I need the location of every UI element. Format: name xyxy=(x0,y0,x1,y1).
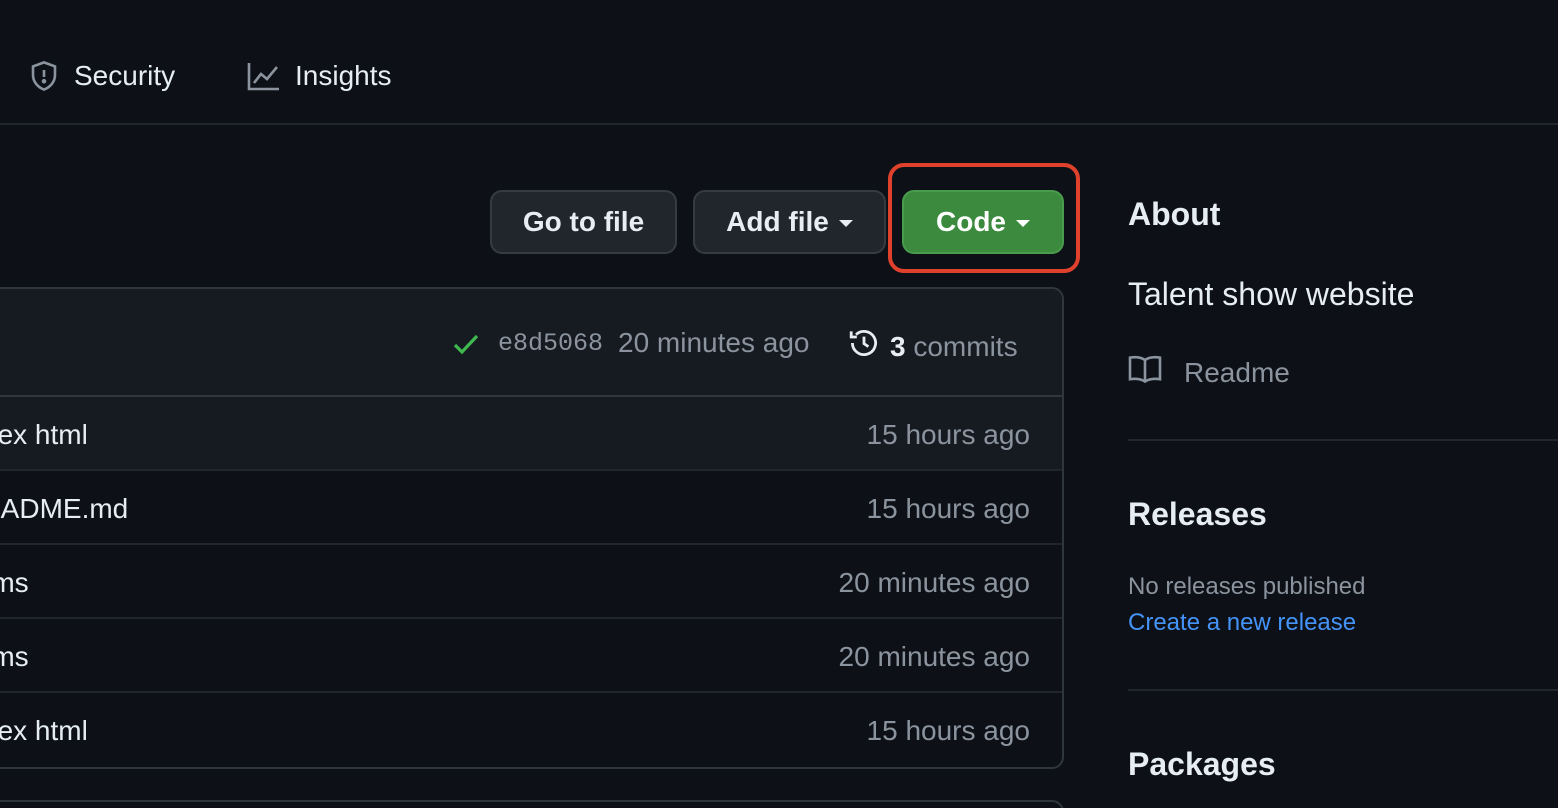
file-row[interactable]: rms 20 minutes ago xyxy=(0,619,1062,693)
add-file-button[interactable]: Add file xyxy=(693,190,886,254)
chevron-down-icon xyxy=(838,220,853,227)
repo-nav: Security Insights xyxy=(0,0,1558,125)
packages-heading[interactable]: Packages xyxy=(1128,746,1276,783)
code-label: Code xyxy=(936,206,1006,237)
commit-count-label: commits xyxy=(913,330,1018,362)
history-icon xyxy=(848,327,880,366)
file-time: 15 hours ago xyxy=(866,419,1030,450)
latest-commit-bar: e8d5068 20 minutes ago 3 commits xyxy=(0,289,1062,397)
file-name-link[interactable]: rms xyxy=(0,641,29,673)
file-row[interactable]: dex html 15 hours ago xyxy=(0,693,1062,767)
code-button[interactable]: Code xyxy=(902,190,1064,254)
readme-link[interactable]: Readme xyxy=(1128,354,1290,391)
add-file-label: Add file xyxy=(726,206,829,237)
repo-page: Security Insights Go to file Add file Co… xyxy=(0,0,1558,808)
file-time: 20 minutes ago xyxy=(838,641,1030,672)
graph-icon xyxy=(247,61,281,91)
repo-description: Talent show website xyxy=(1128,276,1415,312)
go-to-file-label: Go to file xyxy=(522,206,645,237)
file-list: e8d5068 20 minutes ago 3 commits dex htm… xyxy=(0,287,1064,769)
create-release-link[interactable]: Create a new release xyxy=(1128,609,1356,637)
file-time: 20 minutes ago xyxy=(838,567,1030,598)
tab-insights[interactable]: Insights xyxy=(247,52,392,100)
chevron-down-icon xyxy=(1016,220,1030,227)
commit-time: 20 minutes ago xyxy=(618,327,810,358)
file-row[interactable]: dex html 15 hours ago xyxy=(0,397,1062,471)
file-name-link[interactable]: rms xyxy=(0,567,29,599)
tab-security[interactable]: Security xyxy=(28,52,175,100)
commit-count: 3 xyxy=(890,330,906,362)
book-icon xyxy=(1128,354,1162,391)
file-row[interactable]: EADME.md 15 hours ago xyxy=(0,471,1062,545)
go-to-file-button[interactable]: Go to file xyxy=(490,190,677,254)
commit-sha-link[interactable]: e8d5068 xyxy=(498,329,603,358)
tab-security-label: Security xyxy=(74,60,176,91)
tab-insights-label: Insights xyxy=(295,60,392,91)
sidebar-divider xyxy=(1128,439,1558,441)
sidebar-divider xyxy=(1128,689,1558,691)
about-heading: About xyxy=(1128,196,1221,232)
commits-link[interactable]: 3 commits xyxy=(848,327,1018,366)
file-name-link[interactable]: dex html xyxy=(0,419,88,451)
file-name-link[interactable]: EADME.md xyxy=(0,493,128,525)
file-time: 15 hours ago xyxy=(866,493,1030,524)
shield-icon xyxy=(28,60,60,92)
readme-label: Readme xyxy=(1184,356,1290,388)
releases-heading[interactable]: Releases xyxy=(1128,496,1267,533)
file-name-link[interactable]: dex html xyxy=(0,715,88,747)
readme-box xyxy=(0,800,1064,808)
file-row[interactable]: rms 20 minutes ago xyxy=(0,545,1062,619)
check-icon xyxy=(452,331,480,362)
file-time: 15 hours ago xyxy=(866,715,1030,746)
no-releases-text: No releases published xyxy=(1128,573,1366,600)
